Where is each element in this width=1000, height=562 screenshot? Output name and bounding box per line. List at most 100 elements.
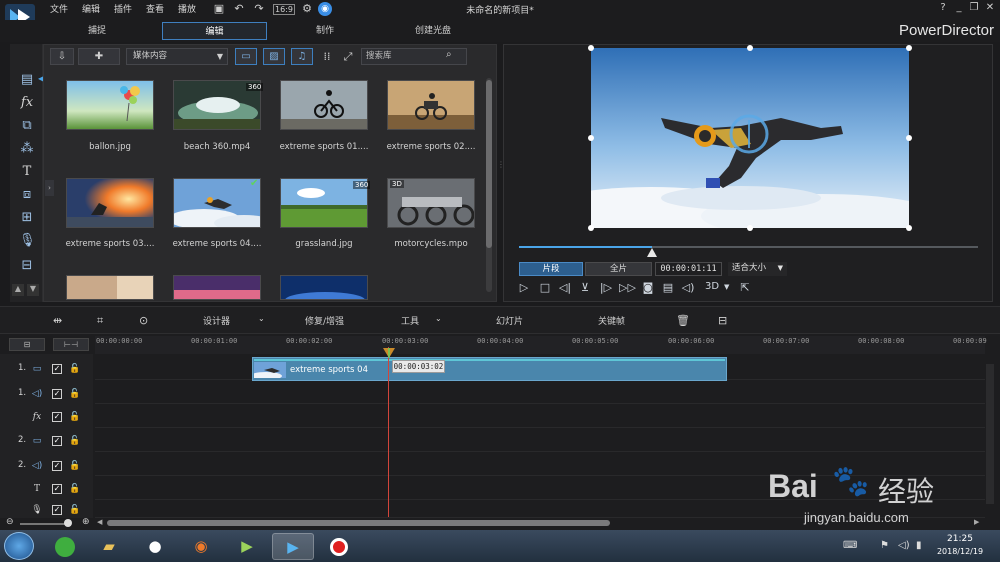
close-icon[interactable]: ✕ [983, 2, 997, 13]
aspect-ratio-icon[interactable]: 16:9 [273, 4, 295, 15]
transition-room-icon[interactable]: ⧈ [19, 187, 35, 203]
media-thumb-partial[interactable] [280, 275, 368, 300]
clock-date[interactable]: 2018/12/19 [932, 547, 988, 556]
media-thumb-extreme-03[interactable] [66, 178, 154, 228]
zoom-in-icon[interactable]: ⊕ [82, 517, 90, 527]
split-marker-icon[interactable]: ⊻ [578, 281, 592, 295]
save-icon[interactable]: ▣ [212, 2, 226, 16]
track-enable-checkbox[interactable]: ✓ [52, 461, 62, 471]
menu-file[interactable]: 文件 [50, 2, 68, 15]
particle-room-icon[interactable]: ⁂ [19, 141, 35, 157]
movie-mode-tab[interactable]: 全片 [585, 262, 652, 276]
taskbar-app-explorer-icon[interactable]: ▰ [88, 533, 130, 560]
lock-icon[interactable]: 🔓 [69, 505, 80, 515]
playhead[interactable] [388, 347, 389, 517]
track-enable-checkbox[interactable]: ✓ [52, 484, 62, 494]
zoom-slider-knob[interactable] [64, 519, 72, 527]
redo-icon[interactable]: ↷ [252, 2, 266, 16]
help-icon[interactable]: ? [936, 2, 950, 13]
media-thumb-extreme-02[interactable] [387, 80, 475, 130]
lock-icon[interactable]: 🔓 [69, 461, 80, 471]
track-lane[interactable] [95, 428, 985, 452]
rail-up-icon[interactable]: ▲ [12, 284, 24, 296]
track-manager-icon[interactable]: ⊟ [9, 338, 45, 351]
rail-down-icon[interactable]: ▼ [27, 284, 39, 296]
minimize-icon[interactable]: _ [952, 2, 966, 13]
fast-forward-icon[interactable]: ▷▷ [619, 281, 636, 295]
import-button[interactable]: ⇩ [50, 48, 74, 65]
previous-frame-icon[interactable]: ◁| [558, 281, 572, 295]
media-thumb-extreme-01[interactable] [280, 80, 368, 130]
menu-edit[interactable]: 编辑 [82, 2, 100, 15]
network-icon[interactable]: ▮ [916, 540, 922, 551]
stop-icon[interactable]: □ [538, 281, 552, 295]
voice-over-room-icon[interactable]: 🎙 [19, 233, 36, 249]
menu-view[interactable]: 查看 [146, 2, 164, 15]
timeline-horizontal-scrollbar[interactable] [107, 520, 610, 526]
splitter-handle[interactable]: ⋮ [497, 160, 505, 190]
menu-play[interactable]: 播放 [178, 2, 196, 15]
track-enable-checkbox[interactable]: ✓ [52, 364, 62, 374]
expand-panel-icon[interactable]: › [45, 180, 54, 196]
chevron-down-icon[interactable]: ⌄ [258, 314, 265, 323]
resize-handle[interactable] [588, 225, 594, 231]
playhead-handle-icon[interactable] [383, 343, 395, 358]
fit-project-icon[interactable]: ⊢⊣ [53, 338, 89, 351]
track-lane[interactable] [95, 380, 985, 404]
track-enable-checkbox[interactable]: ✓ [52, 505, 62, 515]
start-button[interactable] [4, 532, 34, 560]
taskbar-app-firefox-icon[interactable]: ◉ [180, 533, 222, 560]
zoom-slider[interactable] [20, 523, 70, 525]
snapshot-icon[interactable]: ◙ [641, 281, 655, 295]
resize-handle[interactable] [906, 135, 912, 141]
restore-icon[interactable]: ❐ [967, 2, 981, 13]
clip-mode-tab[interactable]: 片段 [519, 262, 583, 276]
lock-icon[interactable]: 🔓 [69, 484, 80, 494]
flag-icon[interactable]: ⚑ [880, 540, 889, 551]
zoom-out-icon[interactable]: ⊖ [6, 517, 14, 527]
tab-capture[interactable]: 捕捉 [60, 22, 134, 40]
view-grid-icon[interactable]: ⁞⁞ [320, 50, 334, 64]
tab-produce[interactable]: 制作 [290, 22, 360, 40]
audio-mixing-room-icon[interactable]: ⊞ [19, 210, 35, 226]
tab-create-disc[interactable]: 创建光盘 [396, 22, 470, 40]
lock-icon[interactable]: 🔓 [69, 436, 80, 446]
lock-icon[interactable]: 🔓 [69, 412, 80, 422]
scroll-left-icon[interactable]: ◀ [97, 518, 102, 526]
subtitle-icon[interactable]: ▤ [661, 281, 675, 295]
trash-icon[interactable]: 🗑 [676, 314, 690, 327]
media-thumb-partial[interactable] [66, 275, 154, 300]
chevron-down-icon[interactable]: ⌄ [435, 314, 442, 323]
lock-icon[interactable]: 🔓 [69, 364, 80, 374]
volume-tray-icon[interactable]: ◁) [898, 540, 910, 551]
next-frame-icon[interactable]: |▷ [599, 281, 613, 295]
clock-time[interactable]: 21:25 [938, 534, 982, 544]
volume-icon[interactable]: ◁) [681, 281, 695, 295]
fit-timeline-icon[interactable]: ⇹ [53, 314, 62, 327]
keyboard-icon[interactable]: ⌨ [843, 540, 857, 551]
media-thumb-partial[interactable] [173, 275, 261, 300]
track-enable-checkbox[interactable]: ✓ [52, 412, 62, 422]
title-room-icon[interactable]: T [19, 164, 35, 180]
chapter-room-icon[interactable]: ⊟ [19, 258, 35, 274]
taskbar-app-qq-icon[interactable]: ● [134, 533, 176, 560]
play-icon[interactable]: ▷ [517, 281, 531, 295]
media-thumb-extreme-04[interactable] [173, 178, 261, 228]
designer-button[interactable]: 设计器 [203, 314, 230, 327]
resize-handle[interactable] [906, 45, 912, 51]
gear-icon[interactable]: ⚙ [300, 2, 314, 16]
resize-handle[interactable] [588, 135, 594, 141]
media-room-icon[interactable]: ▤ [19, 72, 35, 88]
taskbar-app-browser-icon[interactable] [44, 533, 86, 560]
resize-handle[interactable] [588, 45, 594, 51]
mode-3d-label[interactable]: 3D [705, 281, 719, 292]
undo-icon[interactable]: ↶ [232, 2, 246, 16]
resize-handle[interactable] [747, 225, 753, 231]
media-thumb-ballon[interactable] [66, 80, 154, 130]
filter-image-button[interactable]: ▨ [263, 48, 285, 65]
more-options-icon[interactable]: ⊟ [718, 314, 727, 327]
explode-icon[interactable]: ⤢ [341, 50, 355, 64]
scrubber-knob-icon[interactable] [647, 242, 657, 257]
pip-room-icon[interactable]: ⧉ [19, 118, 35, 134]
media-content-select[interactable]: 媒体内容 ▼ [126, 48, 228, 65]
